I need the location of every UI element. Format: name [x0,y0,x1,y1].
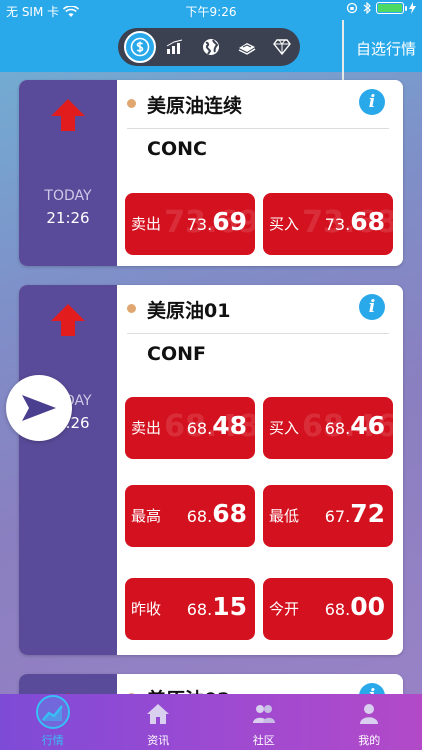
charging-icon [409,2,416,14]
status-dot [127,304,136,313]
quote-label: 昨收 [131,600,162,618]
up-arrow-icon [51,304,85,336]
bottom-tab-bar: 行情 资讯 社区 我的 [0,694,422,750]
quote-int: 68. [186,419,213,438]
quote-label: 卖出 [131,419,162,437]
high-quote[interactable]: 最高 68.68 [125,485,255,547]
info-icon[interactable]: i [359,294,385,320]
quote-card[interactable]: TODAY 21:26 美原油连续 i CONC 73.69 卖出 73.69 … [19,80,403,266]
low-quote[interactable]: 最低 67.72 [263,485,393,547]
card-timestamp-panel: TODAY 21:26 [19,285,117,655]
cash-icon [238,43,255,55]
top-header: 无 SIM 卡 下午9:26 自选行情 [0,0,422,72]
tab-global[interactable] [193,30,229,64]
info-icon[interactable]: i [359,89,385,115]
bar-chart-icon [167,39,183,54]
quote-label: 最低 [269,507,300,525]
quote-int: 68. [324,600,351,619]
quote-int: 68. [324,419,351,438]
people-icon [252,705,275,723]
quote-dec: 48 [212,411,247,440]
prev-close-quote[interactable]: 昨收 68.15 [125,578,255,640]
battery-icon [376,2,407,14]
quote-label: 最高 [131,507,162,525]
person-icon [360,704,379,724]
card-timestamp-panel: TODAY 21:26 [19,80,117,266]
send-button[interactable] [6,375,72,441]
category-tab-bar [118,28,300,66]
status-dot [127,99,136,108]
dollar-icon [130,37,150,57]
tab-news[interactable]: 资讯 [106,694,212,750]
tab-diamond[interactable] [264,30,300,64]
status-bar: 无 SIM 卡 下午9:26 [0,0,422,22]
quote-int: 68. [186,507,213,526]
tab-money[interactable] [229,30,265,64]
quote-dec: 72 [350,499,385,528]
quote-dec: 00 [350,592,385,621]
send-icon [22,395,56,421]
tab-label: 我的 [358,734,381,747]
sell-quote-button[interactable]: 73.69 卖出 73.69 [125,193,255,255]
open-quote[interactable]: 今开 68.00 [263,578,393,640]
quote-dec: 68 [212,499,247,528]
orientation-lock-icon [346,2,358,14]
up-arrow-icon [51,99,85,131]
quote-dec: 68 [350,207,385,236]
buy-quote-button[interactable]: 73.68 买入 73.68 [263,193,393,255]
home-icon [147,704,170,724]
sell-quote-button[interactable]: 68.48 卖出 68.48 [125,397,255,459]
diamond-icon [273,39,292,55]
quote-int: 67. [324,507,351,526]
chart-icon [41,705,63,721]
quote-int: 73. [186,215,213,234]
tab-profile[interactable]: 我的 [317,694,422,750]
quote-label: 今开 [269,600,300,618]
tab-community[interactable]: 社区 [211,694,317,750]
tab-label: 行情 [41,734,64,747]
quote-card[interactable]: TODAY 21:26 美原油01 i CONF 68.48 卖出 68.48 … [19,285,403,655]
tab-dollar[interactable] [122,30,158,64]
quote-int: 68. [186,600,213,619]
divider [127,333,389,334]
tab-market[interactable]: 行情 [0,694,106,750]
tab-label: 资讯 [147,734,170,747]
quote-label: 买入 [269,419,300,437]
bluetooth-icon [363,2,371,14]
quote-label: 买入 [269,215,300,233]
instrument-name: 美原油连续 [147,95,243,117]
instrument-code: CONF [147,343,206,365]
quote-dec: 69 [212,207,247,236]
quote-dec: 46 [350,411,385,440]
tab-label: 社区 [252,734,275,747]
quote-int: 73. [324,215,351,234]
watchlist-button[interactable]: 自选行情 [356,38,416,59]
today-label: TODAY [44,188,92,204]
quote-label: 卖出 [131,215,162,233]
globe-icon [202,39,219,55]
update-time: 21:26 [46,209,90,227]
buy-quote-button[interactable]: 68.46 买入 68.46 [263,397,393,459]
instrument-name: 美原油01 [147,300,231,322]
quote-dec: 15 [212,592,247,621]
instrument-code: CONC [147,138,207,160]
divider [127,128,389,129]
tab-index[interactable] [158,30,194,64]
